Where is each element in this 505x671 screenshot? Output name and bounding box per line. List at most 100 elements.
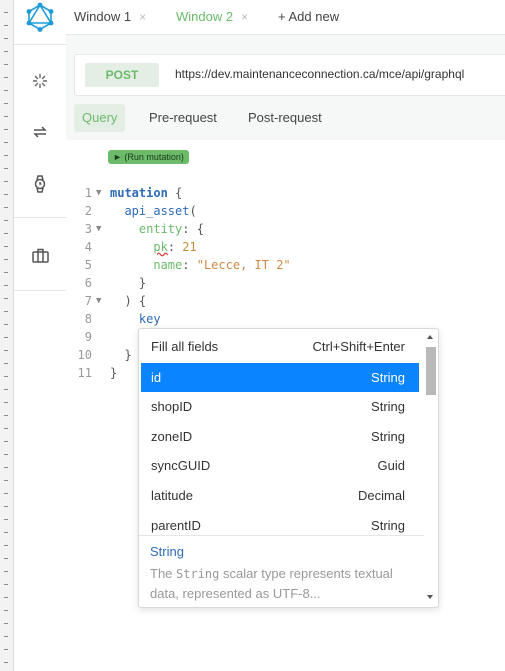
briefcase-icon[interactable] [29,244,51,266]
ruler-tick [4,168,8,169]
autocomplete-item-fill-all[interactable]: Fill all fields Ctrl+Shift+Enter [141,332,419,361]
code-line: 7 ▼ ) { [66,274,505,308]
ruler-tick [4,129,8,130]
ruler-tick [4,610,8,611]
scroll-up-icon[interactable] [424,331,436,343]
ruler-tick [4,155,8,156]
ruler-tick [4,64,8,65]
autocomplete-item-shopid[interactable]: shopID String [141,392,419,421]
ruler-tick [4,220,8,221]
ruler-tick [4,454,8,455]
tab-post-request[interactable]: Post-request [240,104,330,132]
ruler-tick [4,636,8,637]
swap-icon[interactable] [29,121,51,143]
spinner-icon[interactable] [29,70,51,92]
ruler-tick [4,584,8,585]
ruler-tick [4,337,8,338]
code-line: 8 key [66,292,505,326]
code-line: 6 } [66,256,505,290]
sidebar [14,0,67,671]
ruler-tick [4,272,8,273]
autocomplete-item-zoneid[interactable]: zoneID String [141,422,419,451]
window-tab-bar: Window 1 × Window 2 × + Add new [66,0,505,35]
ruler-tick [4,519,8,520]
ruler-tick [4,207,8,208]
ruler-tick [4,363,8,364]
run-mutation-button[interactable]: ► (Run mutation) [108,150,189,164]
ruler-tick [4,350,8,351]
tab-label: Window 2 [176,9,234,24]
autocomplete-scrollbar[interactable] [424,331,436,603]
ruler-tick [4,428,8,429]
ruler-tick [4,558,8,559]
ruler-tick [4,77,8,78]
tab-window-1[interactable]: Window 1 × [74,9,146,24]
scroll-down-icon[interactable] [424,591,436,603]
ruler-tick [4,38,8,39]
graphql-logo-icon[interactable] [26,2,54,32]
watch-icon[interactable] [29,173,51,195]
sidebar-divider [14,217,66,218]
ruler-tick [4,324,8,325]
ruler-tick [4,376,8,377]
autocomplete-item-latitude[interactable]: latitude Decimal [141,481,419,510]
method-button[interactable]: POST [85,63,159,87]
ruler-tick [4,571,8,572]
doc-description: The String scalar type represents textua… [150,566,393,601]
ruler-tick [4,298,8,299]
ruler-tick [4,597,8,598]
ruler-tick [4,103,8,104]
close-icon[interactable]: × [139,10,146,24]
doc-type-link[interactable]: String [150,544,184,559]
url-input[interactable]: https://dev.maintenanceconnection.ca/mce… [175,67,464,81]
ruler-tick [4,51,8,52]
close-icon[interactable]: × [241,10,248,24]
ruler-tick [4,285,8,286]
ruler-tick [4,233,8,234]
autocomplete-dropdown[interactable]: Fill all fields Ctrl+Shift+Enter id String… [138,328,439,608]
sidebar-divider [14,290,66,291]
tab-query[interactable]: Query [74,104,126,132]
scrollbar-thumb[interactable] [426,347,436,395]
ruler-tick [4,116,8,117]
ruler-tick [4,12,8,13]
line-number: 11 [77,366,92,380]
code-line: 3 ▼ entity: { [66,202,505,236]
ruler-tick [4,181,8,182]
code-line: 9 id [66,310,505,344]
ruler-tick [4,649,8,650]
ruler-tick [4,623,8,624]
ruler-tick [4,506,8,507]
ruler-tick [4,545,8,546]
ruler-tick [4,90,8,91]
add-new-tab-button[interactable]: + Add new [278,9,339,24]
autocomplete-item-syncguid[interactable]: syncGUID Guid [141,451,419,480]
ruler-tick [4,467,8,468]
ruler-tick [4,662,8,663]
tab-label: Window 1 [74,9,132,24]
left-ruler [0,0,14,671]
ruler-tick [4,246,8,247]
tab-window-2[interactable]: Window 2 × [176,9,248,24]
ruler-tick [4,493,8,494]
autocomplete-docs: String The String scalar type represents… [139,535,424,607]
autocomplete-item-id[interactable]: id String [141,363,419,392]
url-bar: POST https://dev.maintenanceconnection.c… [74,54,505,96]
ruler-tick [4,532,8,533]
ruler-tick [4,480,8,481]
ruler-tick [4,389,8,390]
ruler-tick [4,194,8,195]
ruler-tick [4,441,8,442]
ruler-tick [4,402,8,403]
code-line: 2 api_asset( [66,184,505,218]
tab-pre-request[interactable]: Pre-request [141,104,225,132]
ruler-tick [4,142,8,143]
code-line: 5 name: "Lecce, IT 2" [66,238,505,272]
ruler-tick [4,415,8,416]
code-line: 1 ▼ mutation { [66,166,505,200]
punctuation: } [110,366,118,380]
sidebar-divider [14,44,66,45]
ruler-tick [4,25,8,26]
ruler-tick [4,259,8,260]
ruler-tick [4,311,8,312]
